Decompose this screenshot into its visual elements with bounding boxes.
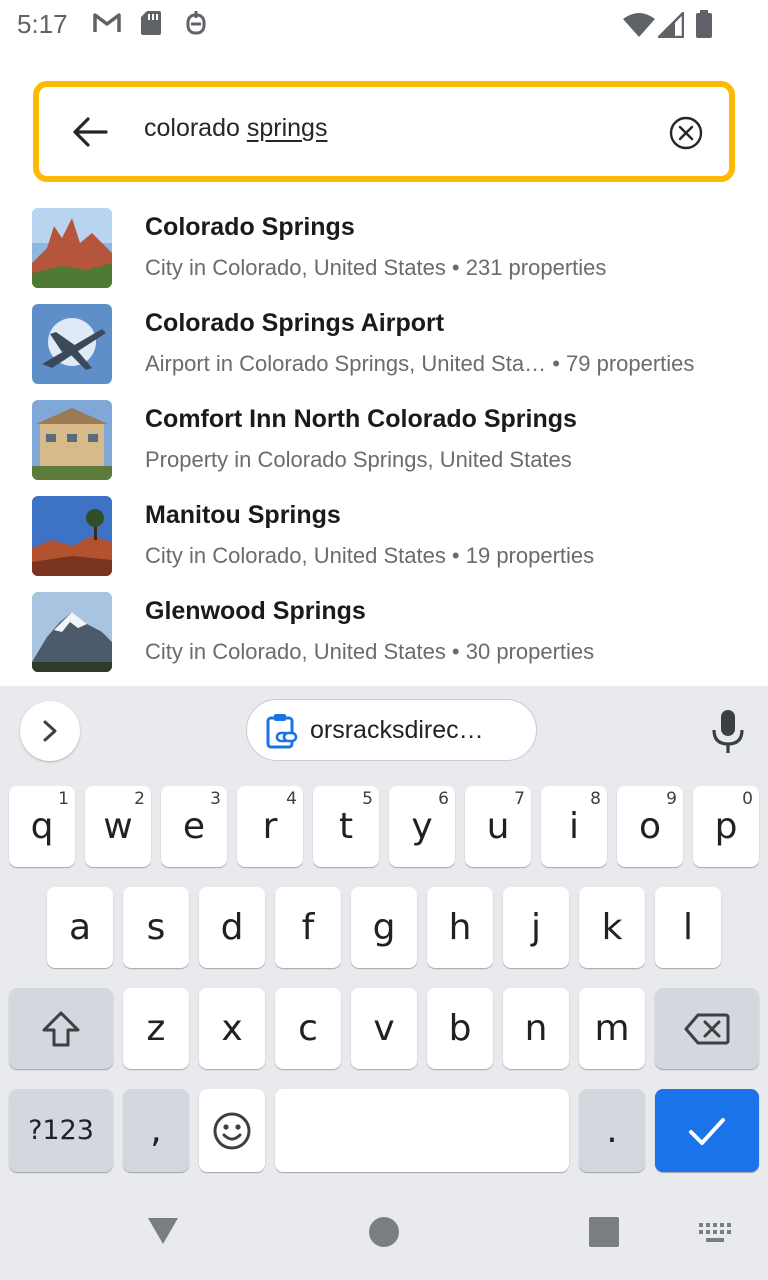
suggestion-subtitle: City in Colorado, United States • 19 pro… [145,543,595,568]
wifi-icon [623,13,655,37]
search-query-text: colorado [144,114,247,142]
key-a[interactable]: a [47,887,113,968]
backspace-icon [684,1013,730,1044]
status-bar: 5:17 [0,0,768,48]
suggestion-subtitle: City in Colorado, United States • 231 pr… [145,255,607,280]
key-d[interactable]: d [199,887,265,968]
clipboard-chip-label: orsracksdirec… [310,716,484,744]
nav-home-icon[interactable] [368,1216,400,1248]
key-l[interactable]: l [655,887,721,968]
suggestion-item[interactable]: Comfort Inn North Colorado Springs Prope… [0,392,768,488]
suggestion-thumbnail [32,400,112,480]
accessibility-icon [186,11,206,35]
suggestion-item[interactable]: Manitou Springs City in Colorado, United… [0,488,768,584]
arrow-back-icon [73,117,108,147]
clear-search-button[interactable] [669,116,703,150]
suggestion-title: Colorado Springs Airport [145,309,445,337]
key-s[interactable]: s [123,887,189,968]
key-u[interactable]: u7 [465,786,531,867]
nav-back-icon[interactable] [146,1216,180,1246]
suggestion-thumbnail [32,304,112,384]
suggestion-item[interactable]: Colorado Springs Airport Airport in Colo… [0,296,768,392]
gmail-icon [93,13,121,32]
keyboard-toolbar: orsracksdirec… [0,686,768,776]
suggestion-title: Manitou Springs [145,501,341,529]
key-o[interactable]: o9 [617,786,683,867]
emoji-smiley-icon [213,1112,251,1149]
checkmark-icon [689,1117,725,1145]
suggestion-title: Comfort Inn North Colorado Springs [145,405,577,433]
expand-toolbar-button[interactable] [20,701,80,761]
clear-circle-icon [669,116,703,150]
search-input[interactable]: colorado springs [144,114,327,143]
suggestion-thumbnail [32,592,112,672]
shift-arrow-icon [42,1011,80,1046]
nav-recents-icon[interactable] [588,1216,620,1248]
search-box[interactable]: colorado springs [33,81,735,182]
key-q[interactable]: q1 [9,786,75,867]
space-key[interactable] [275,1089,569,1172]
suggestion-item[interactable]: Glenwood Springs City in Colorado, Unite… [0,584,768,680]
screen: 5:17 colorado springs Colorado Springs C… [0,0,768,1280]
key-b[interactable]: b [427,988,493,1069]
backspace-key[interactable] [655,988,759,1069]
key-n[interactable]: n [503,988,569,1069]
key-m[interactable]: m [579,988,645,1069]
key-i[interactable]: i8 [541,786,607,867]
key-w[interactable]: w2 [85,786,151,867]
suggestion-thumbnail [32,496,112,576]
key-t[interactable]: t5 [313,786,379,867]
navigation-bar [0,1190,768,1280]
period-key[interactable]: . [579,1089,645,1172]
suggestion-subtitle: City in Colorado, United States • 30 pro… [145,639,595,664]
status-time: 5:17 [17,9,68,39]
symbols-key[interactable]: ?123 [9,1089,113,1172]
signal-icon [658,12,684,38]
suggestion-title: Colorado Springs [145,213,355,241]
key-f[interactable]: f [275,887,341,968]
key-y[interactable]: y6 [389,786,455,867]
battery-icon [696,10,712,38]
key-p[interactable]: p0 [693,786,759,867]
chevron-right-icon [43,720,57,742]
suggestion-item[interactable]: Colorado Springs City in Colorado, Unite… [0,200,768,296]
voice-input-button[interactable] [706,706,750,756]
key-v[interactable]: v [351,988,417,1069]
key-e[interactable]: e3 [161,786,227,867]
key-r[interactable]: r4 [237,786,303,867]
key-x[interactable]: x [199,988,265,1069]
emoji-key[interactable] [199,1089,265,1172]
sd-card-icon [141,11,161,35]
key-g[interactable]: g [351,887,417,968]
key-c[interactable]: c [275,988,341,1069]
comma-key[interactable]: , [123,1089,189,1172]
shift-key[interactable] [9,988,113,1069]
keyboard-switch-icon[interactable] [698,1222,732,1244]
key-h[interactable]: h [427,887,493,968]
suggestion-title: Glenwood Springs [145,597,366,625]
search-query-composing: springs [246,114,328,142]
back-button[interactable] [67,109,113,155]
key-k[interactable]: k [579,887,645,968]
key-j[interactable]: j [503,887,569,968]
suggestion-thumbnail [32,208,112,288]
key-z[interactable]: z [123,988,189,1069]
suggestion-subtitle: Property in Colorado Springs, United Sta… [145,447,572,472]
suggestion-subtitle: Airport in Colorado Springs, United Sta…… [145,351,695,376]
clipboard-suggestion-chip[interactable]: orsracksdirec… [246,699,537,761]
microphone-icon [712,710,744,753]
clipboard-link-icon [266,714,298,749]
enter-key[interactable] [655,1089,759,1172]
